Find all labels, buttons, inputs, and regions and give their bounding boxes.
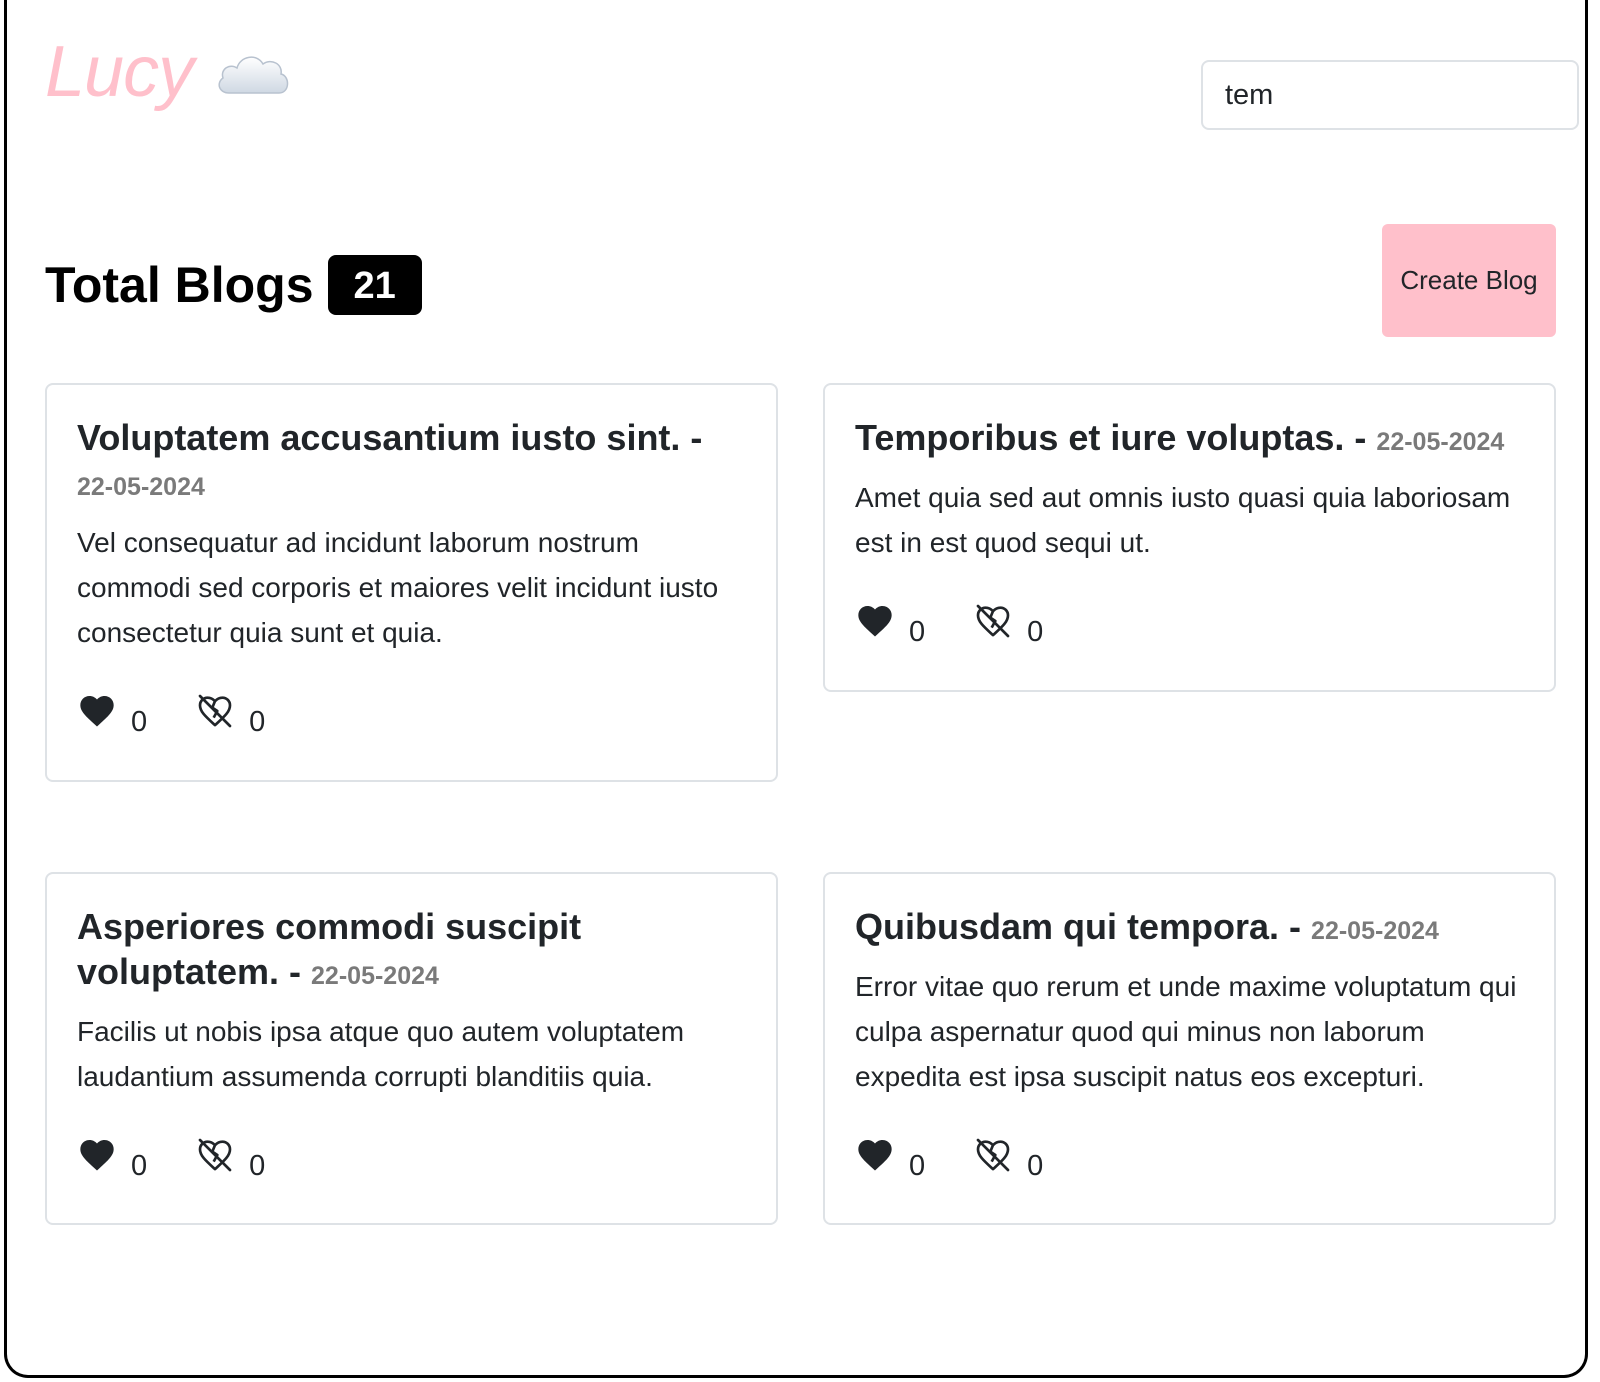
heartbreak-slash-icon xyxy=(198,694,232,728)
dislike-button[interactable]: 0 xyxy=(973,1135,1043,1181)
page-title: Total Blogs xyxy=(45,257,314,313)
blog-count-badge: 21 xyxy=(327,255,422,315)
title-separator: - xyxy=(680,417,703,458)
title-separator: - xyxy=(279,951,312,992)
heartbreak-slash-icon xyxy=(976,1138,1010,1172)
title-separator: - xyxy=(1344,417,1377,458)
blog-title-line: Temporibus et iure voluptas. - 22-05-202… xyxy=(855,415,1524,465)
blog-title: Voluptatem accusantium iusto sint. xyxy=(77,417,681,458)
blog-card[interactable]: Voluptatem accusantium iusto sint. - 22-… xyxy=(45,383,778,782)
heart-fill-icon xyxy=(858,1140,892,1171)
blog-title-line: Asperiores commodi suscipit voluptatem. … xyxy=(77,904,746,999)
blog-body: Vel consequatur ad incidunt laborum nost… xyxy=(77,527,719,648)
dislike-button[interactable]: 0 xyxy=(973,601,1043,647)
blog-card[interactable]: Quibusdam qui tempora. - 22-05-2024 Erro… xyxy=(823,872,1556,1225)
blog-body: Amet quia sed aut omnis iusto quasi quia… xyxy=(855,482,1511,558)
like-button[interactable]: 0 xyxy=(77,691,147,737)
blog-actions: 0 0 xyxy=(77,1135,746,1181)
heart-fill-icon xyxy=(80,1140,114,1171)
blog-title-line: Quibusdam qui tempora. - 22-05-2024 xyxy=(855,904,1524,954)
blog-card[interactable]: Temporibus et iure voluptas. - 22-05-202… xyxy=(823,383,1556,692)
blog-body: Facilis ut nobis ipsa atque quo autem vo… xyxy=(77,1016,685,1092)
like-count: 0 xyxy=(909,1150,926,1182)
blog-date: 22-05-2024 xyxy=(311,962,439,990)
blog-title-line: Voluptatem accusantium iusto sint. - 22-… xyxy=(77,415,746,510)
dislike-count: 0 xyxy=(1027,1150,1044,1182)
blog-title: Quibusdam qui tempora. xyxy=(855,906,1280,947)
heart-fill-icon xyxy=(80,696,114,727)
like-count: 0 xyxy=(131,706,148,738)
like-button[interactable]: 0 xyxy=(77,1135,147,1181)
search-input[interactable] xyxy=(1201,60,1579,130)
title-separator: - xyxy=(1279,906,1312,947)
blog-card[interactable]: Asperiores commodi suscipit voluptatem. … xyxy=(45,872,778,1225)
blog-date: 22-05-2024 xyxy=(1311,917,1439,945)
like-count: 0 xyxy=(131,1150,148,1182)
heartbreak-slash-icon xyxy=(976,604,1010,638)
blogs-header: Total Blogs 21 xyxy=(45,255,422,315)
like-count: 0 xyxy=(909,616,926,648)
blog-actions: 0 0 xyxy=(855,1135,1524,1181)
blog-actions: 0 0 xyxy=(77,691,746,737)
dislike-count: 0 xyxy=(1027,616,1044,648)
blog-date: 22-05-2024 xyxy=(1376,428,1505,456)
brand-name: Lucy xyxy=(45,32,194,112)
blog-actions: 0 0 xyxy=(855,601,1524,647)
cloud-icon xyxy=(218,56,289,94)
dislike-count: 0 xyxy=(249,1150,266,1182)
like-button[interactable]: 0 xyxy=(855,1135,925,1181)
create-blog-button[interactable]: Create Blog xyxy=(1382,224,1556,337)
dislike-button[interactable]: 0 xyxy=(195,691,265,737)
heart-fill-icon xyxy=(858,606,892,637)
dislike-button[interactable]: 0 xyxy=(195,1135,265,1181)
dislike-count: 0 xyxy=(249,706,266,738)
blog-title: Temporibus et iure voluptas. xyxy=(855,417,1345,458)
blog-date: 22-05-2024 xyxy=(77,473,205,501)
blog-body: Error vitae quo rerum et unde maxime vol… xyxy=(855,971,1517,1092)
like-button[interactable]: 0 xyxy=(855,601,925,647)
brand[interactable]: Lucy xyxy=(45,36,291,108)
heartbreak-slash-icon xyxy=(198,1138,232,1172)
